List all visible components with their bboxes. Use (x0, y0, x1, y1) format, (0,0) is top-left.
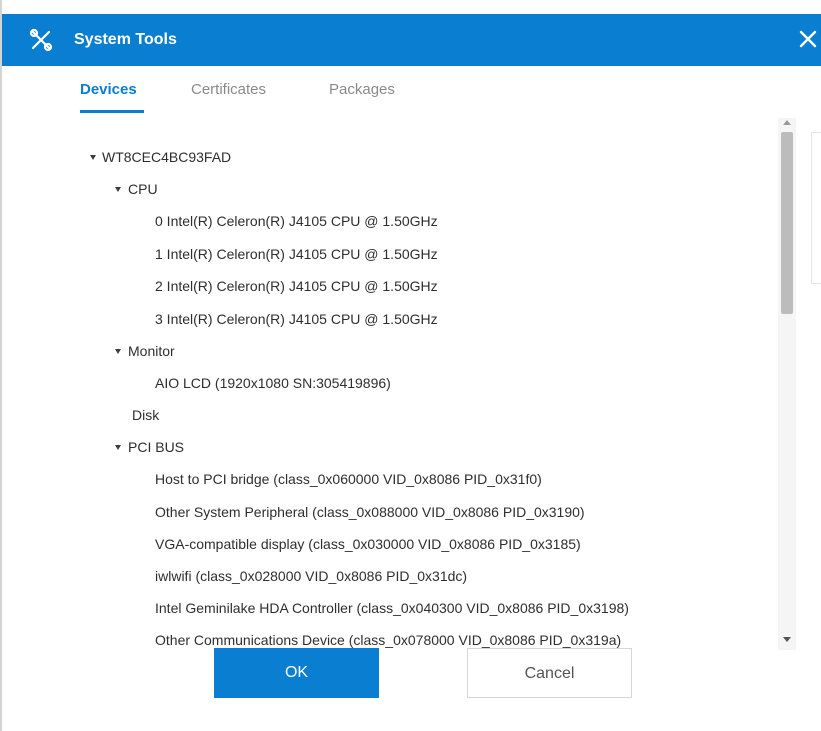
expanded-caret-icon (115, 187, 121, 192)
tree-leaf-cpu-2[interactable]: 2 Intel(R) Celeron(R) J4105 CPU @ 1.50GH… (155, 276, 438, 296)
tree-leaf-pci-1[interactable]: Other System Peripheral (class_0x088000 … (155, 502, 585, 522)
tree-node-label: Monitor (128, 343, 175, 359)
scroll-thumb[interactable] (781, 132, 793, 314)
tree-leaf-pci-4[interactable]: Intel Geminilake HDA Controller (class_0… (155, 598, 629, 618)
tree-leaf-monitor-0[interactable]: AIO LCD (1920x1080 SN:305419896) (155, 373, 391, 393)
tab-packages[interactable]: Packages (329, 80, 395, 100)
device-tree: WT8CEC4BC93FAD CPU 0 Intel(R) Celeron(R)… (78, 118, 778, 652)
side-panel-edge (811, 132, 821, 284)
tree-node-label: CPU (128, 181, 158, 197)
tree-leaf-pci-0[interactable]: Host to PCI bridge (class_0x060000 VID_0… (155, 469, 542, 489)
system-tools-dialog: System Tools Devices Certificates Packag… (0, 0, 821, 731)
tools-icon (28, 27, 54, 53)
ok-button[interactable]: OK (214, 648, 379, 698)
expanded-caret-icon (90, 155, 96, 160)
tab-certificates[interactable]: Certificates (191, 80, 266, 100)
tree-leaf-pci-2[interactable]: VGA-compatible display (class_0x030000 V… (155, 534, 581, 554)
tab-devices[interactable]: Devices (80, 80, 137, 100)
tree-leaf-pci-3[interactable]: iwlwifi (class_0x028000 VID_0x8086 PID_0… (155, 566, 467, 586)
close-icon[interactable] (797, 28, 819, 50)
tree-leaf-cpu-1[interactable]: 1 Intel(R) Celeron(R) J4105 CPU @ 1.50GH… (155, 244, 438, 264)
tree-node-disk[interactable]: Disk (132, 405, 159, 425)
tree-node-label: WT8CEC4BC93FAD (102, 149, 232, 165)
tree-leaf-cpu-3[interactable]: 3 Intel(R) Celeron(R) J4105 CPU @ 1.50GH… (155, 309, 438, 329)
window-title: System Tools (74, 31, 177, 48)
cancel-button[interactable]: Cancel (467, 648, 632, 698)
scroll-down-arrow-icon[interactable] (783, 637, 791, 642)
tree-node-label: PCI BUS (128, 439, 185, 455)
active-tab-indicator (80, 110, 144, 113)
scroll-up-arrow-icon[interactable] (783, 120, 791, 125)
tree-leaf-pci-5[interactable]: Other Communications Device (class_0x078… (155, 630, 621, 650)
tree-scrollbar[interactable] (778, 118, 796, 650)
expanded-caret-icon (115, 349, 121, 354)
expanded-caret-icon (115, 445, 121, 450)
tab-bar: Devices Certificates Packages (2, 66, 821, 116)
tree-leaf-cpu-0[interactable]: 0 Intel(R) Celeron(R) J4105 CPU @ 1.50GH… (155, 211, 438, 231)
title-bar: System Tools (2, 14, 821, 66)
